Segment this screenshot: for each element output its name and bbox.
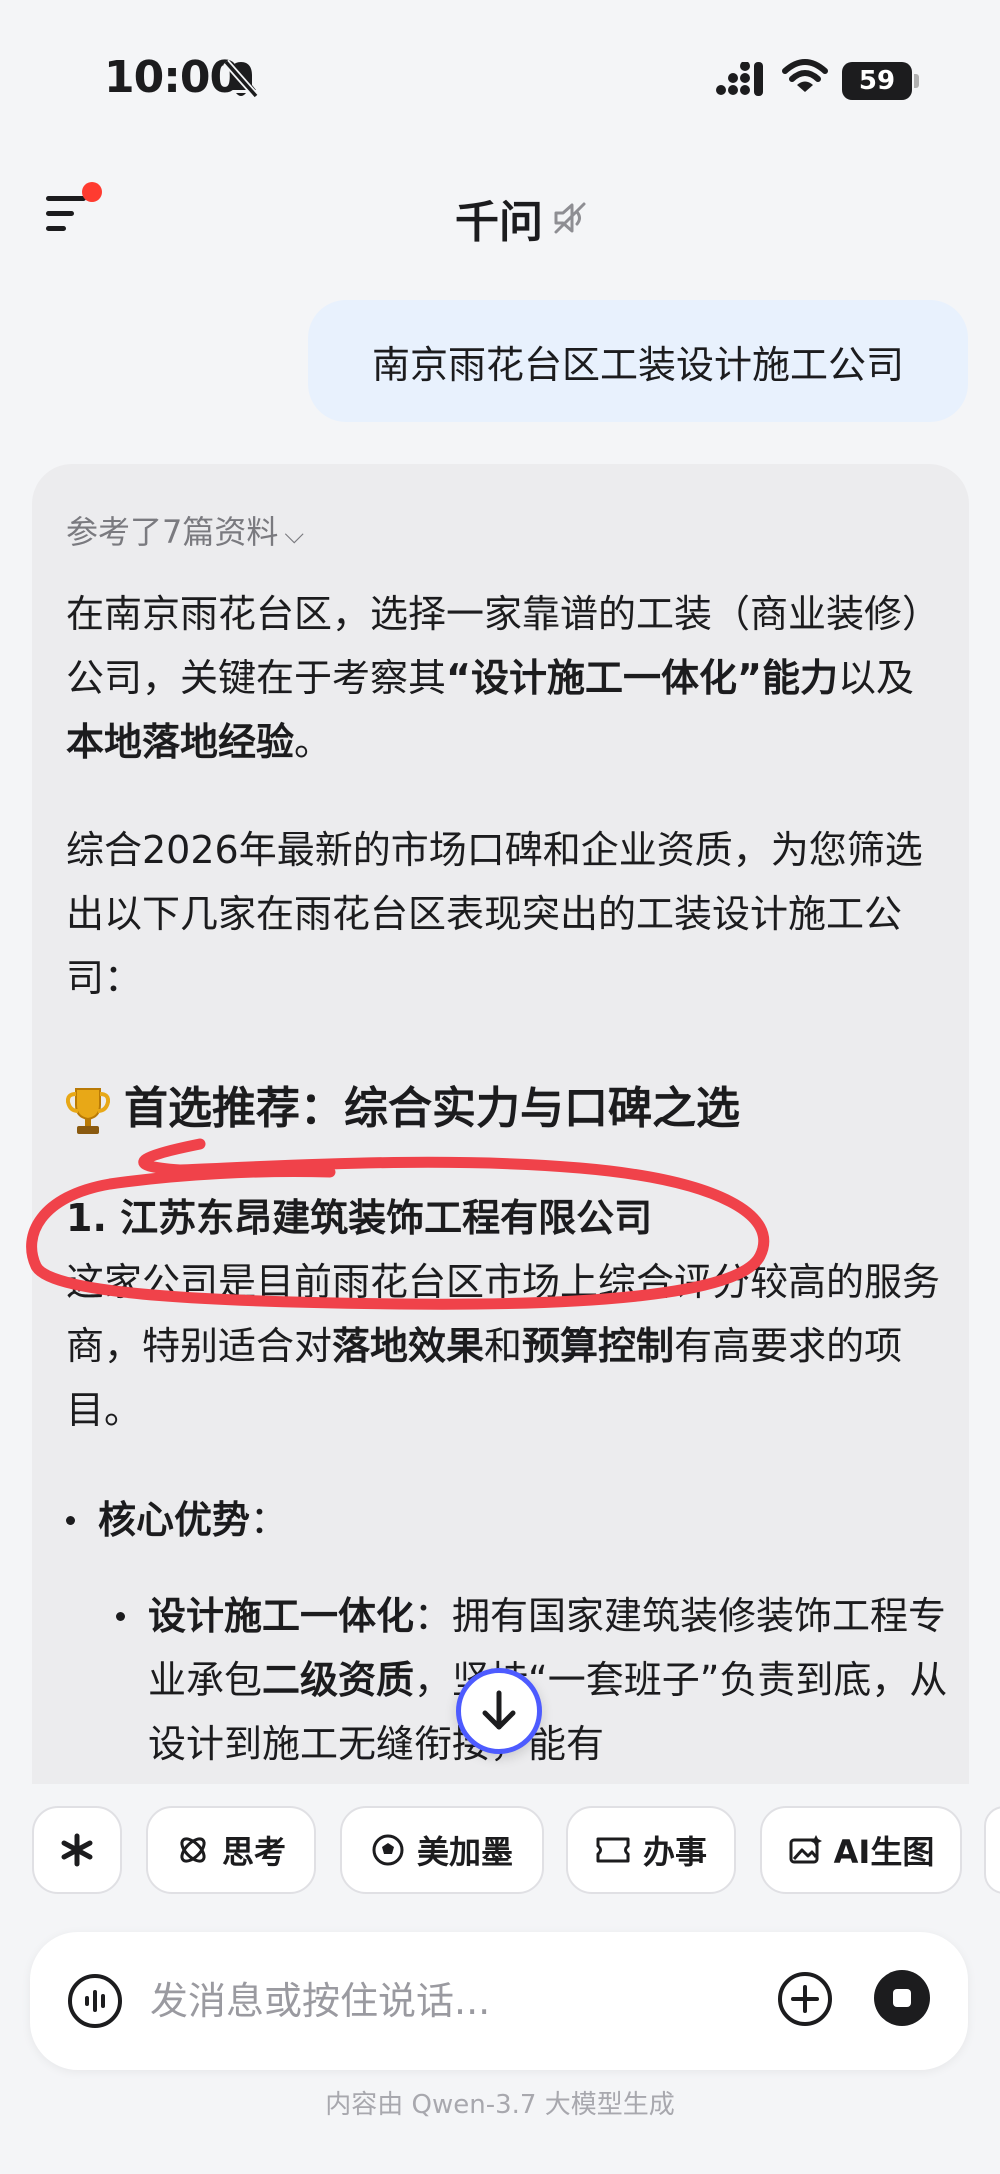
chip-errands[interactable]: 办事 xyxy=(566,1806,736,1894)
user-message-bubble: 南京雨花台区工装设计施工公司 xyxy=(308,300,968,422)
scroll-to-bottom-button[interactable] xyxy=(456,1668,542,1754)
arrow-down-icon xyxy=(482,1690,516,1730)
assistant-answer-card: 参考了7篇资料 ⌵ 在南京雨花台区，选择一家靠谱的工装（商业装修）公司，关键在于考… xyxy=(32,464,969,1784)
message-input[interactable] xyxy=(150,1966,690,2036)
add-attachment-button[interactable] xyxy=(776,1970,834,2028)
status-time: 10:00 xyxy=(104,52,240,103)
bullet-design-build: 设计施工一体化：拥有国家建筑装修装饰工程专业承包二级资质，坚持“一套班子”负责到… xyxy=(148,1594,948,1766)
bell-slash-icon xyxy=(223,59,259,99)
bullet-core-advantages: 核心优势： xyxy=(98,1498,289,1542)
message-composer xyxy=(30,1932,968,2070)
soccer-ball-icon xyxy=(372,1834,404,1866)
quick-action-chips: 思考 美加墨 办事 AI生图 xyxy=(0,1806,1000,1898)
answer-intro-paragraph: 在南京雨花台区，选择一家靠谱的工装（商业装修）公司，关键在于考察其“设计施工一体… xyxy=(66,592,941,764)
chip-more[interactable] xyxy=(984,1806,1000,1894)
speaker-mute-icon[interactable] xyxy=(552,200,588,236)
references-toggle[interactable]: 参考了7篇资料 ⌵ xyxy=(66,502,304,565)
model-disclaimer: 内容由 Qwen-3.7 大模型生成 xyxy=(325,2090,675,2120)
app-title: 千问 xyxy=(455,197,543,248)
chip-ai-image[interactable]: AI生图 xyxy=(760,1806,962,1894)
atom-icon xyxy=(180,1837,206,1863)
menu-button[interactable] xyxy=(46,182,102,232)
ticket-icon xyxy=(596,1837,630,1863)
image-sparkle-icon xyxy=(789,1835,822,1864)
bullet-dot xyxy=(116,1612,125,1621)
chip-world-cup[interactable]: 美加墨 xyxy=(340,1806,544,1894)
notification-dot xyxy=(82,182,102,202)
answer-summary-paragraph: 综合2026年最新的市场口碑和企业资质，为您筛选出以下几家在雨花台区表现突出的工… xyxy=(66,828,923,1000)
bullet-dot xyxy=(66,1516,75,1525)
battery-indicator: 59 xyxy=(842,62,919,100)
spark-icon xyxy=(61,1833,93,1867)
hand-drawn-circle-annotation xyxy=(26,1138,770,1310)
stop-generation-button[interactable] xyxy=(874,1970,930,2026)
stop-icon xyxy=(893,1989,911,2007)
chevron-down-icon: ⌵ xyxy=(284,520,305,550)
wifi-icon xyxy=(782,59,828,92)
cellular-signal-icon xyxy=(716,62,763,96)
chip-think[interactable]: 思考 xyxy=(146,1806,316,1894)
chip-spark[interactable] xyxy=(32,1806,122,1894)
references-label: 参考了7篇资料 xyxy=(66,513,279,551)
voice-wave-icon[interactable] xyxy=(66,1972,124,2030)
